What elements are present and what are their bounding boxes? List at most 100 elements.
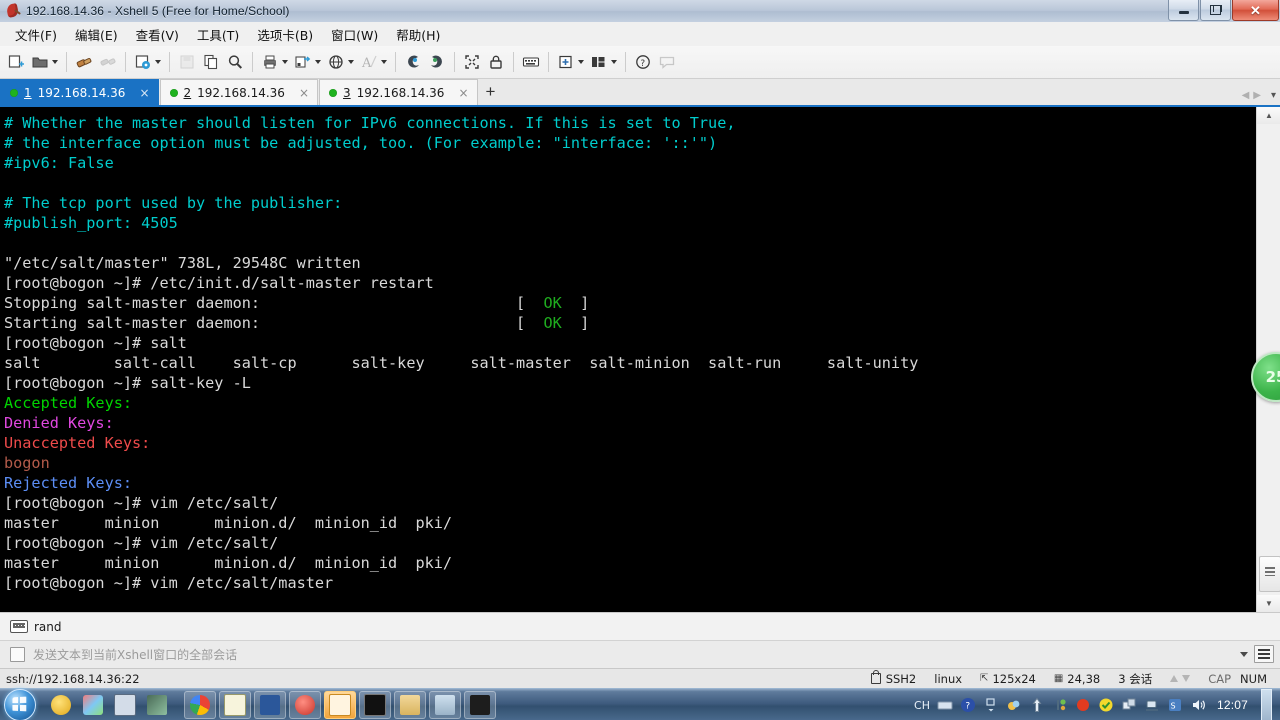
tray-record-icon[interactable]: [1075, 697, 1091, 713]
taskbar-icon-paint[interactable]: [78, 692, 108, 718]
menu-edit[interactable]: 编辑(E): [66, 22, 127, 47]
taskbar-icon-media[interactable]: [46, 692, 76, 718]
status-num-lock: NUM: [1240, 671, 1267, 686]
scroll-up-icon[interactable]: ▲: [1257, 107, 1280, 124]
new-tab-button[interactable]: +: [479, 79, 503, 105]
tray-help-icon[interactable]: ?: [960, 697, 976, 713]
keyboard-button[interactable]: [519, 49, 543, 75]
terminal-line: [4, 233, 1256, 253]
copy-button[interactable]: [199, 49, 223, 75]
scrollbar-thumb[interactable]: [1259, 556, 1280, 592]
tab-list-icon[interactable]: ▾: [1271, 90, 1276, 101]
show-desktop-button[interactable]: [1261, 689, 1272, 720]
taskbar-app-cmd[interactable]: [359, 691, 391, 719]
save-button[interactable]: [175, 49, 199, 75]
close-button[interactable]: ✕: [1232, 0, 1279, 21]
taskbar-icon-tool[interactable]: [142, 692, 172, 718]
ssh-forward-button[interactable]: [425, 49, 449, 75]
terminal-text: Stopping salt-master daemon: [: [4, 294, 544, 312]
tray-shield-icon[interactable]: [1098, 697, 1114, 713]
chevron-down-icon[interactable]: [1240, 651, 1248, 657]
tray-ime-icon[interactable]: S: [1167, 697, 1183, 713]
terminal-line: #ipv6: False: [4, 153, 1256, 173]
list-menu-icon[interactable]: [1254, 645, 1274, 663]
terminal-text: master minion minion.d/ minion_id pki/: [4, 514, 453, 532]
quick-launch-group: [46, 692, 172, 718]
disconnect-button[interactable]: [96, 49, 120, 75]
taskbar-tasks: [184, 691, 496, 719]
file-transfer-button[interactable]: [291, 49, 324, 75]
connect-button[interactable]: [72, 49, 96, 75]
ime-indicator[interactable]: CH: [914, 699, 930, 712]
chat-button[interactable]: [655, 49, 679, 75]
tab-close-icon[interactable]: ×: [450, 86, 468, 100]
chevron-down-icon[interactable]: [381, 60, 387, 64]
toolbar-separator: [548, 52, 549, 72]
chevron-down-icon[interactable]: [611, 60, 617, 64]
taskbar-app-explorer[interactable]: [394, 691, 426, 719]
send-to-all-checkbox[interactable]: [10, 647, 25, 662]
find-button[interactable]: [223, 49, 247, 75]
taskbar-app-pycharm[interactable]: [464, 691, 496, 719]
layout-button[interactable]: [587, 49, 620, 75]
chevron-down-icon[interactable]: [155, 60, 161, 64]
notepad-icon: [224, 694, 246, 716]
taskbar-app-xshell[interactable]: [324, 691, 356, 719]
scroll-down-icon[interactable]: ▼: [1257, 595, 1280, 612]
tray-network-icon[interactable]: [1144, 697, 1160, 713]
terminal-output[interactable]: # Whether the master should listen for I…: [0, 107, 1256, 612]
svg-text:?: ?: [965, 702, 970, 712]
print-button[interactable]: [258, 49, 291, 75]
tab-scroll-right-icon[interactable]: ▶: [1253, 90, 1261, 101]
chevron-down-icon[interactable]: [52, 60, 58, 64]
taskbar-icon-save[interactable]: [110, 692, 140, 718]
chevron-down-icon[interactable]: [348, 60, 354, 64]
session-properties-button[interactable]: [131, 49, 164, 75]
lock-button[interactable]: [484, 49, 508, 75]
menu-help[interactable]: 帮助(H): [387, 22, 449, 47]
tab-session-3[interactable]: 3 192.168.14.36 ×: [319, 79, 478, 105]
terminal-line: [root@bogon ~]# salt: [4, 333, 1256, 353]
taskbar-clock[interactable]: 12:07: [1217, 698, 1248, 712]
globe-button[interactable]: [324, 49, 357, 75]
tab-session-2[interactable]: 2 192.168.14.36 ×: [159, 79, 318, 105]
minimize-button[interactable]: [1168, 0, 1199, 21]
fullscreen-button[interactable]: [460, 49, 484, 75]
tab-number: 1: [24, 85, 32, 100]
menu-window[interactable]: 窗口(W): [322, 22, 387, 47]
tray-tools-icon[interactable]: [1052, 697, 1068, 713]
chevron-down-icon[interactable]: [578, 60, 584, 64]
taskbar-app-editplus[interactable]: [289, 691, 321, 719]
tray-update-icon[interactable]: [1029, 697, 1045, 713]
taskbar-app-notepad[interactable]: [219, 691, 251, 719]
taskbar-app-chrome[interactable]: [184, 691, 216, 719]
tray-expand-icon[interactable]: [983, 697, 999, 713]
find-icon: [226, 53, 244, 71]
taskbar-app-photo[interactable]: [429, 691, 461, 719]
start-orb[interactable]: [4, 689, 36, 720]
new-session-button[interactable]: [4, 49, 28, 75]
tray-share-icon[interactable]: [1121, 697, 1137, 713]
tab-close-icon[interactable]: ×: [291, 86, 309, 100]
tab-close-icon[interactable]: ×: [131, 86, 149, 100]
menu-file[interactable]: 文件(F): [6, 22, 66, 47]
chevron-down-icon[interactable]: [315, 60, 321, 64]
menu-tools[interactable]: 工具(T): [188, 22, 248, 47]
terminal-text: master minion minion.d/ minion_id pki/: [4, 554, 453, 572]
help-button[interactable]: ?: [631, 49, 655, 75]
tab-scroll-left-icon[interactable]: ◀: [1242, 90, 1250, 101]
ssh-tunnel-button[interactable]: [401, 49, 425, 75]
tab-session-1[interactable]: 1 192.168.14.36 ×: [0, 79, 159, 105]
add-panel-button[interactable]: [554, 49, 587, 75]
taskbar-app-word[interactable]: [254, 691, 286, 719]
open-session-button[interactable]: [28, 49, 61, 75]
terminal-text: Accepted Keys:: [4, 394, 133, 412]
chevron-down-icon[interactable]: [282, 60, 288, 64]
menu-tabs[interactable]: 选项卡(B): [248, 22, 322, 47]
tray-volume-icon[interactable]: [1190, 697, 1206, 713]
font-button[interactable]: A: [357, 49, 390, 75]
menu-view[interactable]: 查看(V): [127, 22, 188, 47]
tray-keyboard-icon[interactable]: [937, 697, 953, 713]
tray-cloud-icon[interactable]: [1006, 697, 1022, 713]
maximize-button[interactable]: [1200, 0, 1231, 21]
